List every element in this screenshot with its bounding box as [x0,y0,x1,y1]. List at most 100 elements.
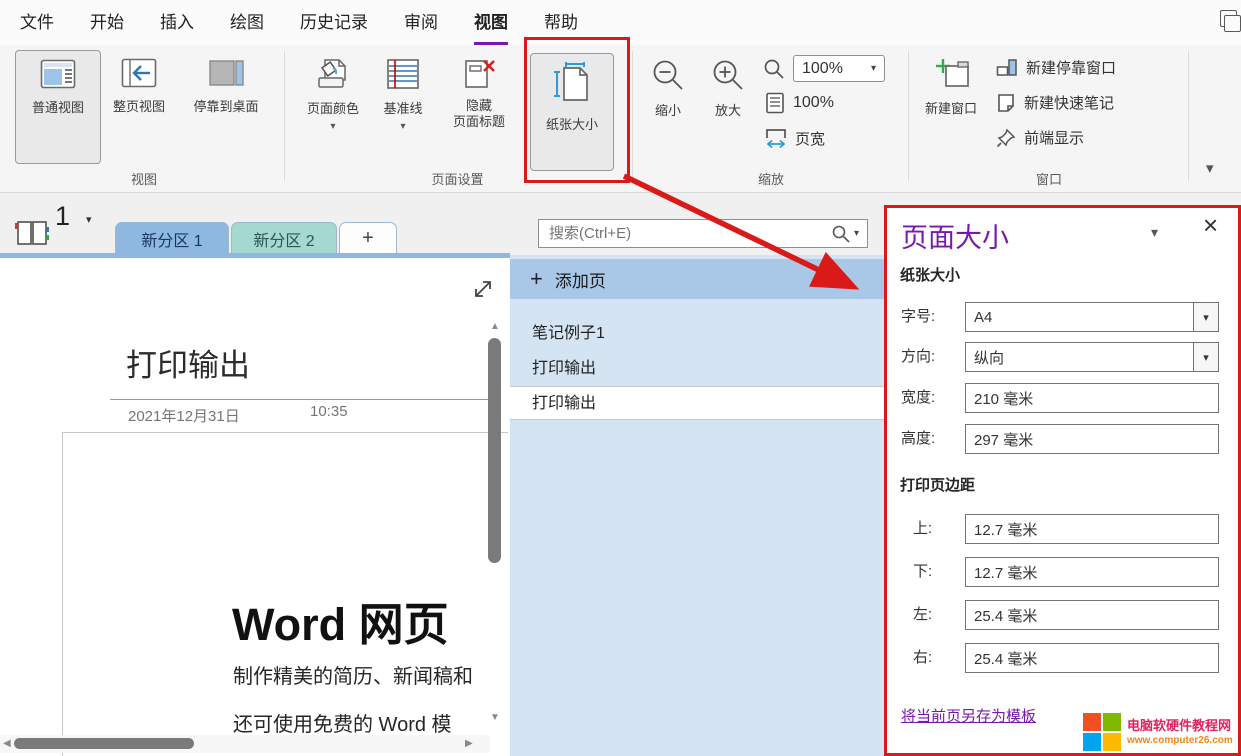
margin-left-input[interactable] [965,600,1219,630]
zoom-level-dropdown-icon[interactable]: ▾ [871,63,876,74]
size-input[interactable] [965,302,1194,332]
margin-bottom-input[interactable] [965,557,1219,587]
normal-view-button[interactable]: 普通视图 [15,50,101,164]
vertical-scrollbar-thumb[interactable] [488,338,501,563]
scroll-up-icon[interactable]: ▲ [490,322,500,332]
notebook-dropdown-icon[interactable]: ▾ [86,213,92,226]
page-list-pane: + 添加页 笔记例子1 打印输出 打印输出 [510,255,884,756]
menu-home[interactable]: 开始 [90,0,124,45]
normal-view-icon [40,59,76,89]
menu-history[interactable]: 历史记录 [300,0,368,45]
zoom-100-icon [765,92,785,114]
print-margins-heading: 打印页边距 [900,474,975,495]
add-page-plus-icon: + [530,266,543,292]
new-window-icon [932,58,970,90]
page-width-button[interactable]: 页宽 [765,127,825,149]
scroll-left-icon[interactable]: ◀ [3,739,11,749]
size-dropdown-button[interactable]: ▾ [1193,302,1219,332]
menu-help[interactable]: 帮助 [544,0,578,45]
keep-on-top-button[interactable]: 前端显示 [996,127,1084,148]
watermark-site-name: 电脑软硬件教程网 [1127,717,1233,734]
pane-title: 页面大小 [901,216,1009,255]
ribbon-separator [284,51,285,181]
rule-lines-button[interactable]: 基准线 ▾ [372,50,434,168]
ribbon: 普通视图 整页视图 停靠到桌面 视图 [0,45,1241,193]
zoom-100-button[interactable]: 100% [765,92,834,114]
margin-top-label: 上: [913,514,932,544]
notebook-name[interactable]: 1 [55,201,70,232]
page-color-button[interactable]: 页面颜色 ▾ [300,50,366,168]
margin-right-input[interactable] [965,643,1219,673]
page-title[interactable]: 打印输出 [126,340,250,385]
new-quick-note-button[interactable]: 新建快速笔记 [996,92,1114,113]
window-group-label: 窗口 [918,169,1180,188]
page-canvas[interactable]: 打印输出 2021年12月31日 10:35 Word 网页 制作精美的简历、新… [0,258,508,756]
full-page-view-button[interactable]: 整页视图 [104,50,174,162]
add-section-tab[interactable]: + [339,222,397,254]
menu-view[interactable]: 视图 [474,0,508,45]
search-scope-dropdown-icon[interactable]: ▾ [854,228,859,239]
expand-page-icon[interactable] [472,278,494,300]
height-input[interactable] [965,424,1219,454]
new-docked-window-icon [996,58,1018,78]
width-input[interactable] [965,383,1219,413]
onenote-window: 文件 开始 插入 绘图 历史记录 审阅 视图 帮助 普通视图 [0,0,1241,756]
search-box[interactable]: ▾ [538,219,868,248]
full-page-view-label: 整页视图 [113,96,165,115]
margin-top-input[interactable] [965,514,1219,544]
hide-page-title-button[interactable]: 隐藏 页面标题 [440,50,518,168]
zoom-out-label: 缩小 [655,100,681,119]
search-icon[interactable] [831,224,851,244]
dock-to-desktop-button[interactable]: 停靠到桌面 [179,50,273,162]
scroll-down-icon[interactable]: ▼ [490,713,500,723]
window-switcher-icon[interactable] [1218,10,1241,34]
page-list-item[interactable]: 笔记例子1 [510,319,884,349]
zoom-level-value: 100% [802,60,843,78]
new-quick-note-icon [996,93,1016,113]
menu-review[interactable]: 审阅 [404,0,438,45]
scroll-right-icon[interactable]: ▶ [465,739,473,749]
rule-lines-dropdown-icon[interactable]: ▾ [400,121,405,132]
page-list-item[interactable]: 打印输出 [510,354,884,384]
zoom-in-button[interactable]: 放大 [702,50,754,162]
pane-close-icon[interactable]: × [1203,210,1218,241]
dock-to-desktop-icon [208,58,244,88]
rule-lines-icon [386,58,420,90]
page-color-dropdown-icon[interactable]: ▾ [330,121,335,132]
section-tab-2[interactable]: 新分区 2 [231,222,337,254]
collapse-ribbon-icon[interactable]: ▾ [1206,159,1214,177]
menu-bar: 文件 开始 插入 绘图 历史记录 审阅 视图 帮助 [0,0,1241,45]
new-docked-window-button[interactable]: 新建停靠窗口 [996,57,1116,78]
section-tab-1[interactable]: 新分区 1 [115,222,229,254]
page-size-pane: 页面大小 ▾ × 纸张大小 字号: ▾ 方向: ▾ 宽度: 高度: 打印页边距 … [884,205,1241,756]
pane-options-dropdown-icon[interactable]: ▾ [1151,224,1158,241]
orientation-label: 方向: [901,342,935,372]
orientation-input[interactable] [965,342,1194,372]
zoom-group-label: 缩放 [640,169,902,188]
new-window-button[interactable]: 新建窗口 [918,50,984,162]
save-as-template-link[interactable]: 将当前页另存为模板 [901,705,1036,726]
paper-size-button[interactable]: 纸张大小 [530,53,614,171]
printout-heading: Word 网页 [232,588,449,653]
search-input[interactable] [547,224,831,243]
keep-on-top-label: 前端显示 [1024,127,1084,148]
horizontal-scrollbar[interactable]: ◀ ▶ [0,735,490,753]
horizontal-scrollbar-thumb[interactable] [14,738,194,749]
section-tab-1-label: 新分区 1 [141,227,202,251]
menu-draw[interactable]: 绘图 [230,0,264,45]
zoom-in-label: 放大 [715,100,741,119]
ribbon-separator [1188,51,1189,181]
zoom-level-combobox[interactable]: 100% ▾ [793,55,885,82]
menu-file[interactable]: 文件 [20,0,54,45]
notebook-icon[interactable] [14,219,50,247]
menu-insert[interactable]: 插入 [160,0,194,45]
new-quick-note-label: 新建快速笔记 [1024,92,1114,113]
page-list-item-selected[interactable]: 打印输出 [510,386,884,420]
orientation-dropdown-button[interactable]: ▾ [1193,342,1219,372]
page-time: 10:35 [310,403,348,420]
page-width-label: 页宽 [795,128,825,149]
add-page-button[interactable]: + 添加页 [510,259,884,299]
windows-logo-icon [1083,713,1121,751]
new-docked-window-label: 新建停靠窗口 [1026,57,1116,78]
zoom-out-button[interactable]: 缩小 [642,50,694,162]
